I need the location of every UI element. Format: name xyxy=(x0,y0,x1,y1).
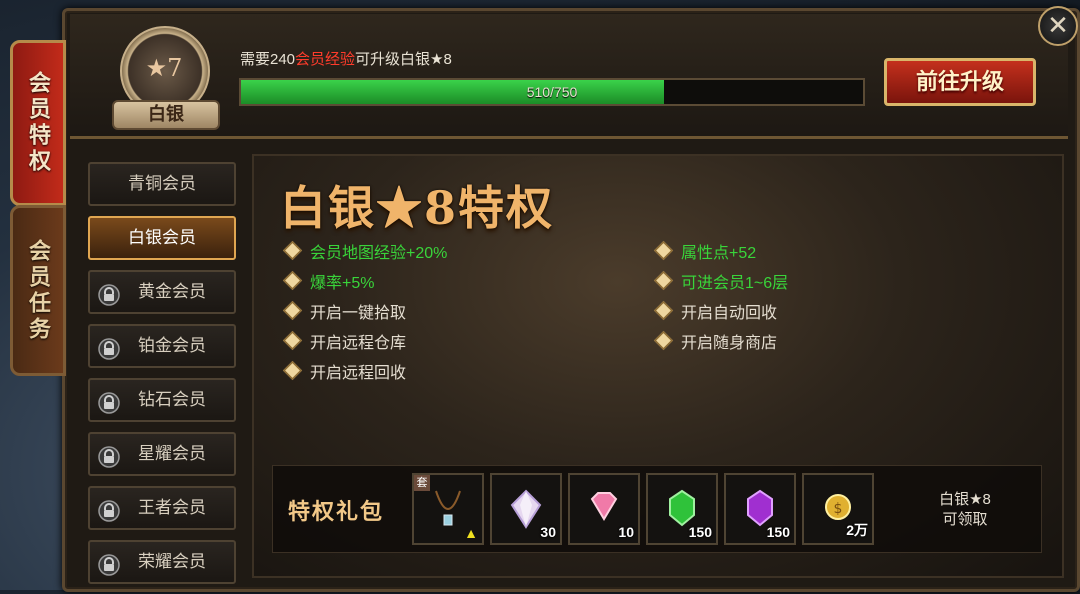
benefit-text: 开启远程仓库 xyxy=(310,335,407,352)
svg-text:$: $ xyxy=(834,501,843,517)
tier-item[interactable]: 荣耀会员 xyxy=(88,540,236,584)
tier-item[interactable]: 钻石会员 xyxy=(88,378,236,422)
benefit-item: 可进会员1~6层 xyxy=(653,269,789,293)
item-quantity: 150 xyxy=(688,524,712,540)
lock-icon xyxy=(98,335,120,360)
exp-progress-text: 510/750 xyxy=(526,84,578,100)
rank-badge: ★7 白银 xyxy=(112,26,220,130)
tier-item[interactable]: 白银会员 xyxy=(88,216,236,260)
go-upgrade-button[interactable]: 前往升级 xyxy=(884,58,1036,106)
benefit-text: 属性点+52 xyxy=(681,245,757,262)
exp-progress-bar: 510/750 xyxy=(239,78,865,106)
benefit-text: 开启远程回收 xyxy=(310,365,407,382)
upgrade-highlight: 会员经验 xyxy=(295,51,356,68)
tier-list: 青铜会员白银会员黄金会员铂金会员钻石会员星耀会员王者会员荣耀会员 xyxy=(88,162,236,594)
item-quantity: 150 xyxy=(766,524,790,540)
gift-item-slot[interactable]: 套 ▲ xyxy=(412,473,484,545)
upgrade-prefix: 需要240 xyxy=(240,51,296,68)
gift-status-claimable: 可领取 xyxy=(942,511,988,528)
diamond-bullet-icon xyxy=(653,330,674,351)
benefit-item: 开启一键拾取 xyxy=(282,299,407,323)
tier-label: 钻石会员 xyxy=(138,390,206,409)
benefit-text: 爆率+5% xyxy=(310,275,375,292)
benefit-text: 会员地图经验+20% xyxy=(310,245,448,262)
tier-label: 铂金会员 xyxy=(138,336,206,355)
lock-icon xyxy=(98,281,120,306)
gift-item-slot[interactable]: $2万 xyxy=(802,473,874,545)
benefit-item: 开启远程回收 xyxy=(282,359,407,383)
item-quantity: 30 xyxy=(540,524,556,540)
benefit-item: 爆率+5% xyxy=(282,269,375,293)
tab-member-privilege[interactable]: 会员特权 xyxy=(10,40,66,206)
diamond-bullet-icon xyxy=(282,300,303,321)
benefit-item: 开启随身商店 xyxy=(653,329,778,353)
tier-item[interactable]: 青铜会员 xyxy=(88,162,236,206)
benefit-text: 开启一键拾取 xyxy=(310,305,407,322)
benefit-text: 开启随身商店 xyxy=(681,335,778,352)
gift-pack-title: 特权礼包 xyxy=(288,499,385,525)
gift-claim-status[interactable]: 白银★8 可领取 xyxy=(915,490,1015,530)
item-quantity: 10 xyxy=(618,524,634,540)
upgrade-requirement: 需要240会员经验可升级白银★8 xyxy=(240,48,452,69)
tier-label: 白银会员 xyxy=(128,228,196,247)
diamond-bullet-icon xyxy=(282,270,303,291)
benefit-text: 可进会员1~6层 xyxy=(681,275,789,292)
benefit-item: 开启自动回收 xyxy=(653,299,778,323)
gift-item-slot[interactable]: 150 xyxy=(646,473,718,545)
close-icon[interactable]: ✕ xyxy=(1038,6,1078,46)
gift-item-slot[interactable]: 10 xyxy=(568,473,640,545)
benefit-item: 属性点+52 xyxy=(653,239,757,263)
tier-item[interactable]: 铂金会员 xyxy=(88,324,236,368)
tier-label: 青铜会员 xyxy=(128,174,196,193)
upgrade-suffix: 可升级白银★8 xyxy=(355,51,452,68)
lock-icon xyxy=(98,551,120,576)
tier-item[interactable]: 王者会员 xyxy=(88,486,236,530)
set-tag-badge: 套 xyxy=(414,475,430,491)
diamond-bullet-icon xyxy=(282,360,303,381)
diamond-bullet-icon xyxy=(282,330,303,351)
upgrade-arrow-icon: ▲ xyxy=(464,525,478,541)
diamond-bullet-icon xyxy=(282,240,303,261)
benefit-text: 开启自动回收 xyxy=(681,305,778,322)
item-quantity: 2万 xyxy=(846,522,868,538)
gift-item-slot[interactable]: 150 xyxy=(724,473,796,545)
badge-rank-label: 白银 xyxy=(112,100,220,130)
benefit-item: 会员地图经验+20% xyxy=(282,239,448,263)
gift-item-slot[interactable]: 30 xyxy=(490,473,562,545)
tier-item[interactable]: 星耀会员 xyxy=(88,432,236,476)
tier-label: 星耀会员 xyxy=(138,444,206,463)
tab-member-task[interactable]: 会员任务 xyxy=(10,205,66,376)
diamond-bullet-icon xyxy=(653,300,674,321)
gift-status-rank: 白银★8 xyxy=(939,491,991,508)
benefit-item: 开启远程仓库 xyxy=(282,329,407,353)
tier-label: 王者会员 xyxy=(138,498,206,517)
tier-item[interactable]: 黄金会员 xyxy=(88,270,236,314)
tier-label: 黄金会员 xyxy=(138,282,206,301)
privilege-title: 白银★8特权 xyxy=(280,181,555,235)
lock-icon xyxy=(98,389,120,414)
lock-icon xyxy=(98,443,120,468)
diamond-bullet-icon xyxy=(653,270,674,291)
tier-label: 荣耀会员 xyxy=(138,552,206,571)
lock-icon xyxy=(98,497,120,522)
badge-stars: ★7 xyxy=(145,54,183,82)
diamond-bullet-icon xyxy=(653,240,674,261)
